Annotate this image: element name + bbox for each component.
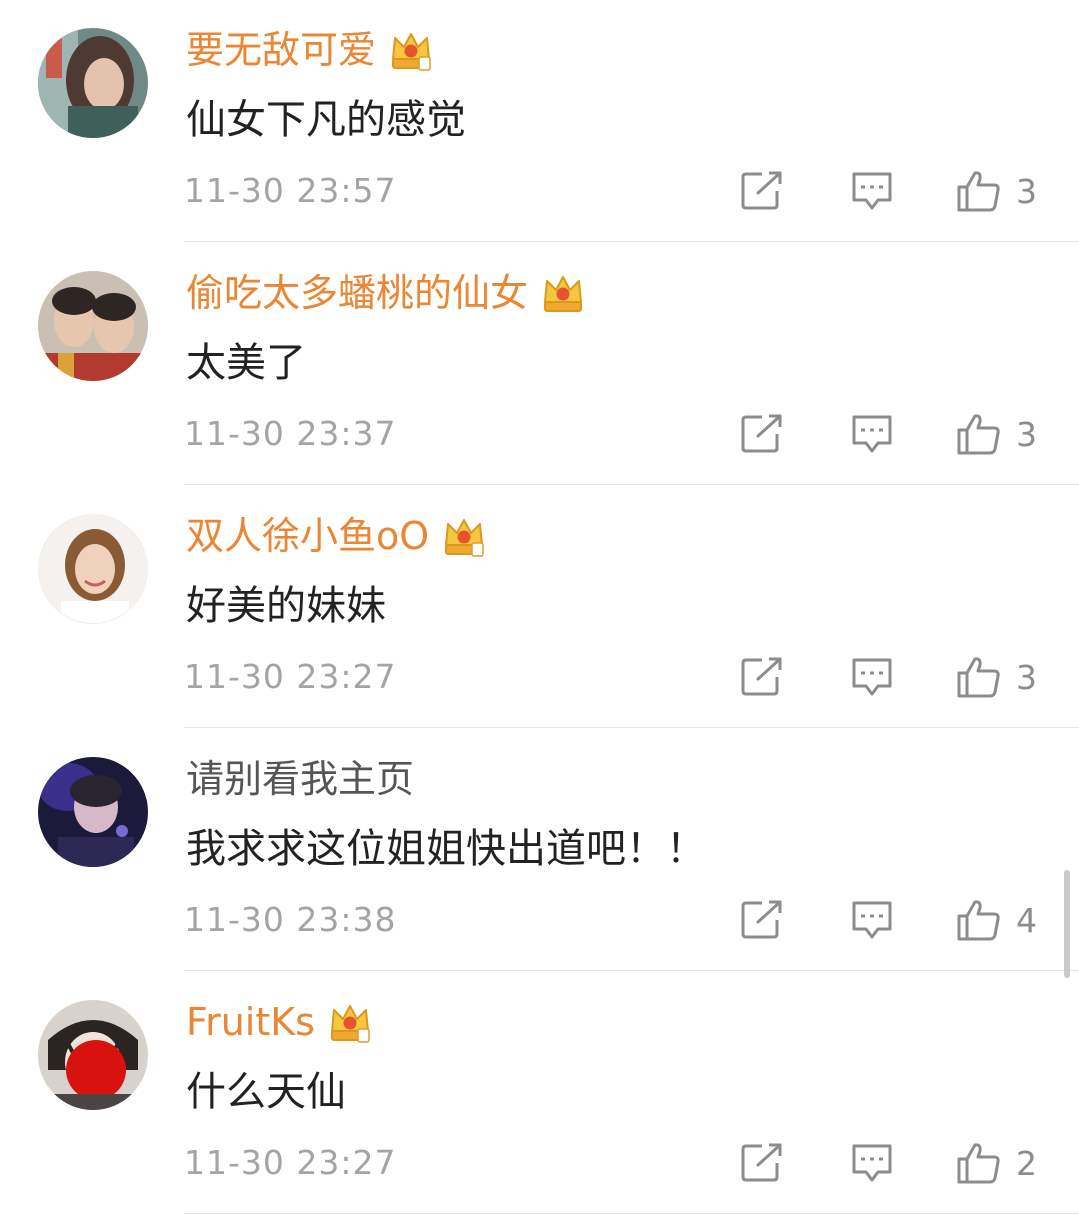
like-button[interactable]: 3 bbox=[956, 409, 1037, 459]
share-button[interactable] bbox=[740, 166, 784, 216]
avatar[interactable] bbox=[38, 271, 148, 381]
divider bbox=[184, 241, 1079, 242]
timestamp: 11-30 23:57 bbox=[184, 171, 397, 210]
thumbs-up-icon bbox=[957, 414, 1000, 455]
timestamp: 11-30 23:27 bbox=[184, 1143, 397, 1182]
avatar[interactable] bbox=[38, 28, 148, 138]
thumbs-up-icon bbox=[957, 171, 1000, 212]
username[interactable]: 请别看我主页 bbox=[186, 753, 414, 805]
like-button[interactable]: 2 bbox=[956, 1138, 1037, 1188]
username[interactable]: 偷吃太多蟠桃的仙女 bbox=[186, 267, 586, 319]
like-count: 2 bbox=[1016, 1143, 1037, 1183]
username[interactable]: FruitKs bbox=[186, 996, 373, 1048]
thumbs-up-icon bbox=[957, 1143, 1000, 1184]
like-count: 4 bbox=[1016, 900, 1037, 940]
timestamp: 11-30 23:27 bbox=[184, 657, 397, 696]
timestamp: 11-30 23:37 bbox=[184, 414, 397, 453]
like-count: 3 bbox=[1016, 414, 1037, 454]
comment-item: FruitKs 什么天仙 11-30 23:27 2 bbox=[0, 972, 1079, 1215]
crown-badge-icon bbox=[392, 33, 431, 71]
thumbs-up-icon bbox=[957, 657, 1000, 698]
like-button[interactable]: 3 bbox=[956, 166, 1037, 216]
share-icon bbox=[741, 171, 782, 210]
comment-item: 偷吃太多蟠桃的仙女 太美了 11-30 23:37 3 bbox=[0, 243, 1079, 486]
comment-icon bbox=[852, 901, 892, 939]
timestamp: 11-30 23:38 bbox=[184, 900, 397, 939]
divider bbox=[184, 484, 1079, 485]
scrollbar[interactable] bbox=[1064, 870, 1070, 978]
comment-text: 太美了 bbox=[186, 340, 306, 386]
share-button[interactable] bbox=[740, 652, 784, 702]
avatar[interactable] bbox=[38, 1000, 148, 1110]
like-count: 3 bbox=[1016, 171, 1037, 211]
crown-badge-icon bbox=[445, 519, 484, 557]
reply-button[interactable] bbox=[850, 409, 894, 459]
comment-text: 我求求这位姐姐快出道吧！！ bbox=[186, 826, 706, 872]
comment-text: 什么天仙 bbox=[186, 1069, 346, 1115]
reply-button[interactable] bbox=[850, 166, 894, 216]
divider bbox=[184, 970, 1079, 971]
share-button[interactable] bbox=[740, 409, 784, 459]
comment-feed: 要无敌可爱 仙女下凡的感觉 11-30 23:57 3 偷吃太多蟠桃的仙女 太美… bbox=[0, 0, 1079, 1217]
crown-badge-icon bbox=[544, 276, 583, 312]
like-button[interactable]: 3 bbox=[956, 652, 1037, 702]
share-button[interactable] bbox=[740, 1138, 784, 1188]
comment-icon bbox=[852, 1144, 892, 1182]
comment-item: 要无敌可爱 仙女下凡的感觉 11-30 23:57 3 bbox=[0, 0, 1079, 243]
divider bbox=[184, 1213, 1079, 1214]
reply-button[interactable] bbox=[850, 652, 894, 702]
username-text[interactable]: 请别看我主页 bbox=[186, 753, 414, 805]
comment-text: 好美的妹妹 bbox=[186, 583, 386, 629]
avatar[interactable] bbox=[38, 514, 148, 624]
username-text[interactable]: FruitKs bbox=[186, 996, 315, 1048]
like-count: 3 bbox=[1016, 657, 1037, 697]
comment-icon bbox=[852, 415, 892, 453]
thumbs-up-icon bbox=[957, 900, 1000, 941]
username-text[interactable]: 偷吃太多蟠桃的仙女 bbox=[186, 267, 528, 319]
reply-button[interactable] bbox=[850, 1138, 894, 1188]
divider bbox=[184, 727, 1079, 728]
comment-icon bbox=[852, 658, 892, 696]
crown-badge-icon bbox=[330, 1005, 370, 1043]
username[interactable]: 双人徐小鱼oO bbox=[186, 510, 487, 562]
share-button[interactable] bbox=[740, 895, 784, 945]
comment-item: 请别看我主页 我求求这位姐姐快出道吧！！ 11-30 23:38 4 bbox=[0, 729, 1079, 972]
comment-item: 双人徐小鱼oO 好美的妹妹 11-30 23:27 3 bbox=[0, 486, 1079, 729]
reply-button[interactable] bbox=[850, 895, 894, 945]
comment-icon bbox=[852, 172, 892, 210]
comment-text: 仙女下凡的感觉 bbox=[186, 97, 466, 143]
username-text[interactable]: 要无敌可爱 bbox=[186, 24, 376, 76]
share-icon bbox=[741, 900, 782, 939]
share-icon bbox=[741, 414, 782, 453]
avatar[interactable] bbox=[38, 757, 148, 867]
username[interactable]: 要无敌可爱 bbox=[186, 24, 434, 76]
share-icon bbox=[741, 1143, 782, 1182]
share-icon bbox=[741, 657, 782, 696]
like-button[interactable]: 4 bbox=[956, 895, 1037, 945]
username-text[interactable]: 双人徐小鱼oO bbox=[186, 510, 429, 562]
